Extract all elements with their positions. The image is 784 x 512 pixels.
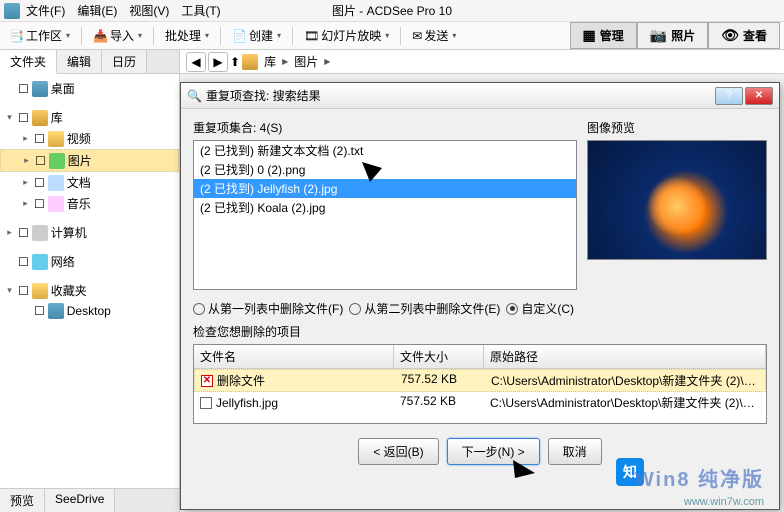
send-button[interactable]: ✉ 发送 <box>407 24 461 47</box>
check-items-label: 检查您想删除的项目 <box>193 323 767 340</box>
list-item[interactable]: (2 已找到) Koala (2).jpg <box>194 198 576 217</box>
tree-desktop[interactable]: ☐桌面 <box>0 78 179 99</box>
menu-file[interactable]: 文件(F) <box>20 0 71 21</box>
tree-video[interactable]: ▸☐视频 <box>0 128 179 149</box>
radio-custom[interactable]: 自定义(C) <box>506 300 574 317</box>
set-count-label: 重复项集合: 4(S) <box>193 119 577 136</box>
create-button[interactable]: 📄 创建 <box>227 24 286 47</box>
breadcrumb: ◀ ▶ ⬆ 库 ▶ 图片 ▶ <box>180 50 784 74</box>
table-row[interactable]: Jellyfish.jpg 757.52 KB C:\Users\Adminis… <box>194 392 766 413</box>
tab-seedrive[interactable]: SeeDrive <box>45 489 115 512</box>
list-item[interactable]: (2 已找到) 0 (2).png <box>194 160 576 179</box>
tree-computer[interactable]: ▸☐计算机 <box>0 222 179 243</box>
menu-bar: 文件(F) 编辑(E) 视图(V) 工具(T) 图片 - ACDSee Pro … <box>0 0 784 22</box>
menu-edit[interactable]: 编辑(E) <box>71 0 123 21</box>
dialog-title: 重复项查找: 搜索结果 <box>206 87 321 104</box>
close-button[interactable]: ✕ <box>745 87 773 105</box>
radio-delete-second[interactable]: 从第二列表中删除文件(E) <box>349 300 500 317</box>
search-icon: 🔍 <box>187 89 202 103</box>
watermark-text: Win8 纯净版 <box>635 463 764 492</box>
slideshow-button[interactable]: 🎞 幻灯片放映 <box>299 24 394 47</box>
checkbox-icon[interactable] <box>200 397 212 409</box>
chevron-icon: ▶ <box>282 57 288 66</box>
col-filename[interactable]: 文件名 <box>194 345 394 368</box>
tree-pictures[interactable]: ▸☐图片 <box>0 149 179 172</box>
cancel-button[interactable]: 取消 <box>548 438 602 465</box>
tree-favorites[interactable]: ▾☐收藏夹 <box>0 280 179 301</box>
col-path[interactable]: 原始路径 <box>484 345 766 368</box>
nav-back-icon[interactable]: ◀ <box>186 52 206 72</box>
delete-options: 从第一列表中删除文件(F) 从第二列表中删除文件(E) 自定义(C) <box>193 300 767 317</box>
delete-table[interactable]: 文件名 文件大小 原始路径 ✕删除文件 757.52 KB C:\Users\A… <box>193 344 767 424</box>
watermark-url: www.win7w.com <box>684 496 764 508</box>
tree-library[interactable]: ▾☐库 <box>0 107 179 128</box>
tree-fav-desktop[interactable]: ☐Desktop <box>0 301 179 321</box>
next-button[interactable]: 下一步(N) > <box>447 438 540 465</box>
radio-delete-first[interactable]: 从第一列表中删除文件(F) <box>193 300 343 317</box>
tree-network[interactable]: ☐网络 <box>0 251 179 272</box>
duplicate-list[interactable]: (2 已找到) 新建文本文档 (2).txt (2 已找到) 0 (2).png… <box>193 140 577 290</box>
preview-label: 图像预览 <box>587 119 767 136</box>
batch-button[interactable]: 批处理 <box>160 24 214 47</box>
col-filesize[interactable]: 文件大小 <box>394 345 484 368</box>
mode-manage[interactable]: ▦ 管理 <box>570 22 637 49</box>
chevron-icon: ▶ <box>324 57 330 66</box>
import-button[interactable]: 📥 导入 <box>88 24 147 47</box>
mode-view[interactable]: 👁 查看 <box>708 22 780 49</box>
menu-tool[interactable]: 工具(T) <box>175 0 226 21</box>
folder-tree[interactable]: ☐桌面 ▾☐库 ▸☐视频 ▸☐图片 ▸☐文档 ▸☐音乐 ▸☐计算机 ☐网络 ▾☐… <box>0 74 179 488</box>
crumb-pictures[interactable]: 图片 <box>290 51 322 72</box>
app-title: 图片 - ACDSee Pro 10 <box>332 2 452 19</box>
tab-edit[interactable]: 编辑 <box>57 50 102 73</box>
lib-icon <box>242 54 258 70</box>
image-preview <box>587 140 767 260</box>
tree-music[interactable]: ▸☐音乐 <box>0 193 179 214</box>
list-item-selected[interactable]: (2 已找到) Jellyfish (2).jpg <box>194 179 576 198</box>
app-icon <box>4 3 20 19</box>
menu-view[interactable]: 视图(V) <box>123 0 175 21</box>
dialog-titlebar[interactable]: 🔍 重复项查找: 搜索结果 ? ✕ <box>181 83 779 109</box>
duplicate-finder-dialog: 🔍 重复项查找: 搜索结果 ? ✕ 重复项集合: 4(S) (2 已找到) 新建… <box>180 82 780 510</box>
checkbox-delete-icon[interactable]: ✕ <box>201 375 213 387</box>
help-button[interactable]: ? <box>715 87 743 105</box>
tab-preview[interactable]: 预览 <box>0 489 45 512</box>
nav-fwd-icon[interactable]: ▶ <box>208 52 228 72</box>
tab-folders[interactable]: 文件夹 <box>0 50 57 74</box>
mode-photo[interactable]: 📷 照片 <box>637 22 708 49</box>
tab-calendar[interactable]: 日历 <box>102 50 147 73</box>
main-toolbar: 📑 工作区 📥 导入 批处理 📄 创建 🎞 幻灯片放映 ✉ 发送 ▦ 管理 📷 … <box>0 22 784 50</box>
tree-documents[interactable]: ▸☐文档 <box>0 172 179 193</box>
nav-up-icon[interactable]: ⬆ <box>230 55 240 69</box>
folder-panel: 文件夹 编辑 日历 ☐桌面 ▾☐库 ▸☐视频 ▸☐图片 ▸☐文档 ▸☐音乐 ▸☐… <box>0 50 180 512</box>
workspace-button[interactable]: 📑 工作区 <box>4 24 75 47</box>
left-tabs: 文件夹 编辑 日历 <box>0 50 179 74</box>
crumb-library[interactable]: 库 <box>260 51 280 72</box>
back-button[interactable]: < 返回(B) <box>358 438 438 465</box>
list-item[interactable]: (2 已找到) 新建文本文档 (2).txt <box>194 141 576 160</box>
table-row[interactable]: ✕删除文件 757.52 KB C:\Users\Administrator\D… <box>194 369 766 392</box>
